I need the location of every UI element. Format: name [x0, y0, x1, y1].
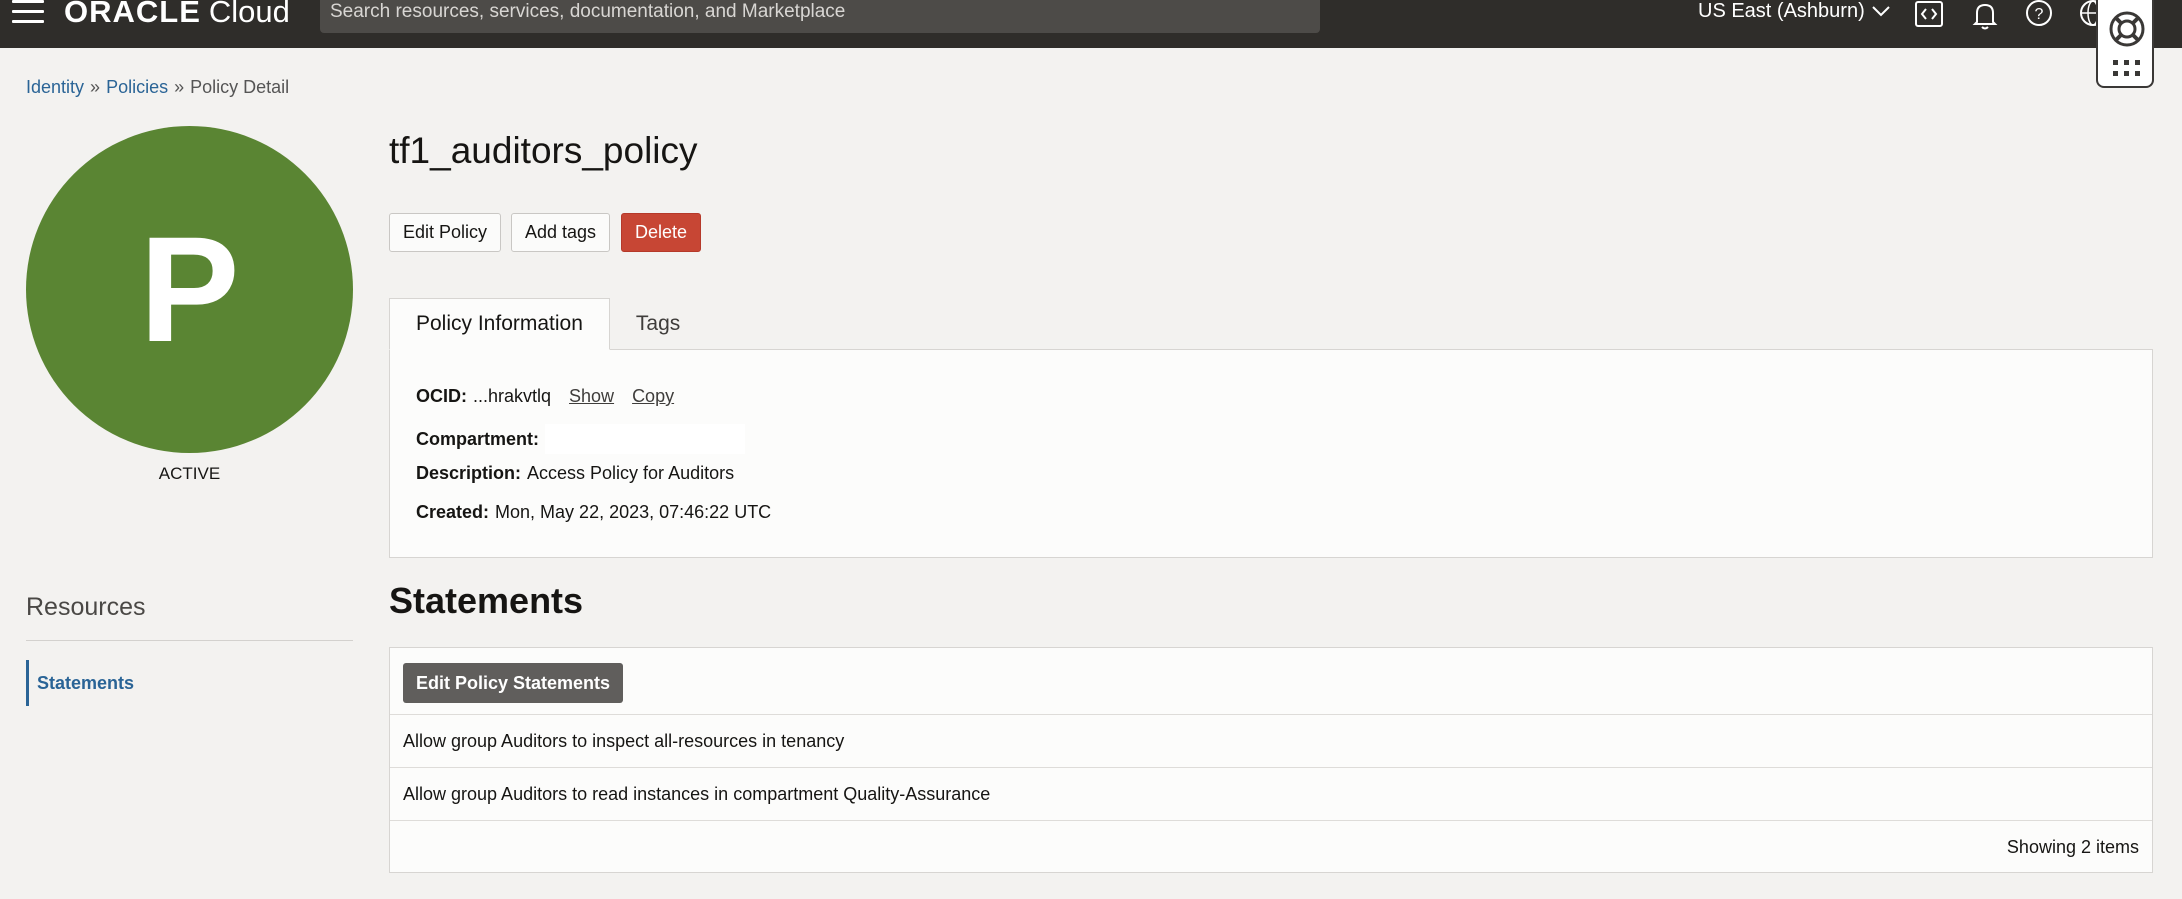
compartment-value[interactable] [545, 424, 746, 454]
region-selector[interactable]: US East (Ashburn) [1698, 0, 1891, 24]
help-icon[interactable]: ? [2024, 0, 2054, 30]
show-ocid-link[interactable]: Show [569, 386, 614, 407]
ocid-value: ...hrakvtlq [473, 386, 552, 406]
help-widget[interactable] [2096, 0, 2154, 88]
tab-policy-information[interactable]: Policy Information [389, 298, 610, 350]
tab-tags[interactable]: Tags [610, 298, 706, 350]
resources-heading: Resources [26, 593, 146, 621]
region-label: US East (Ashburn) [1698, 0, 1865, 22]
oracle-cloud-logo[interactable]: ORACLE Cloud [64, 0, 290, 28]
table-row: Allow group Auditors to read instances i… [390, 767, 2152, 820]
created-row: Created: Mon, May 22, 2023, 07:46:22 UTC [416, 502, 771, 523]
description-label: Description: [416, 463, 522, 483]
statements-heading: Statements [389, 580, 584, 621]
edit-policy-statements-button[interactable]: Edit Policy Statements [403, 663, 624, 703]
breadcrumb-identity[interactable]: Identity [26, 77, 84, 98]
description-value: Access Policy for Auditors [527, 463, 735, 483]
statements-table: Edit Policy Statements Allow group Audit… [389, 647, 2153, 873]
description-row: Description: Access Policy for Auditors [416, 463, 734, 484]
menu-icon[interactable] [12, 0, 46, 24]
tab-bar: Policy Information Tags [389, 298, 706, 350]
items-count: Showing 2 items [2006, 837, 2139, 857]
copy-ocid-link[interactable]: Copy [632, 386, 674, 407]
status-label: ACTIVE [158, 464, 221, 483]
table-row: Allow group Auditors to inspect all-reso… [390, 714, 2152, 767]
lifebuoy-icon[interactable] [2108, 10, 2146, 48]
apps-grid-icon[interactable] [2113, 60, 2141, 78]
breadcrumb: Identity » Policies » Policy Detail [26, 77, 289, 98]
delete-button[interactable]: Delete [621, 213, 702, 252]
created-value: Mon, May 22, 2023, 07:46:22 UTC [495, 502, 772, 522]
policy-avatar: P [26, 126, 353, 453]
divider [26, 640, 353, 641]
ocid-row: OCID: ...hrakvtlq Show Copy [416, 386, 674, 407]
search-input[interactable]: Search resources, services, documentatio… [320, 0, 1320, 33]
ocid-label: OCID: [416, 386, 467, 406]
statement-text: Allow group Auditors to inspect all-reso… [403, 731, 845, 751]
edit-policy-button[interactable]: Edit Policy [389, 213, 502, 252]
statement-text: Allow group Auditors to read instances i… [403, 784, 991, 804]
breadcrumb-separator: » [90, 77, 101, 97]
top-navigation-bar: ORACLE Cloud Search resources, services, … [0, 0, 2182, 48]
table-footer: Showing 2 items [390, 820, 2152, 873]
add-tags-button[interactable]: Add tags [511, 213, 611, 252]
compartment-label: Compartment: [416, 428, 540, 449]
svg-text:?: ? [2035, 6, 2044, 23]
sidebar-item-statements[interactable]: Statements [26, 660, 134, 706]
bell-icon[interactable] [1970, 0, 2000, 30]
chevron-down-icon [1872, 6, 1890, 17]
code-editor-icon[interactable] [1914, 0, 1944, 30]
page-title: tf1_auditors_policy [389, 130, 698, 171]
breadcrumb-separator: » [174, 77, 185, 97]
breadcrumb-policies[interactable]: Policies [106, 77, 168, 98]
compartment-row: Compartment: [416, 424, 746, 454]
created-label: Created: [416, 502, 490, 522]
policy-information-panel: OCID: ...hrakvtlq Show Copy Compartment:… [389, 349, 2153, 558]
breadcrumb-current: Policy Detail [190, 77, 290, 97]
